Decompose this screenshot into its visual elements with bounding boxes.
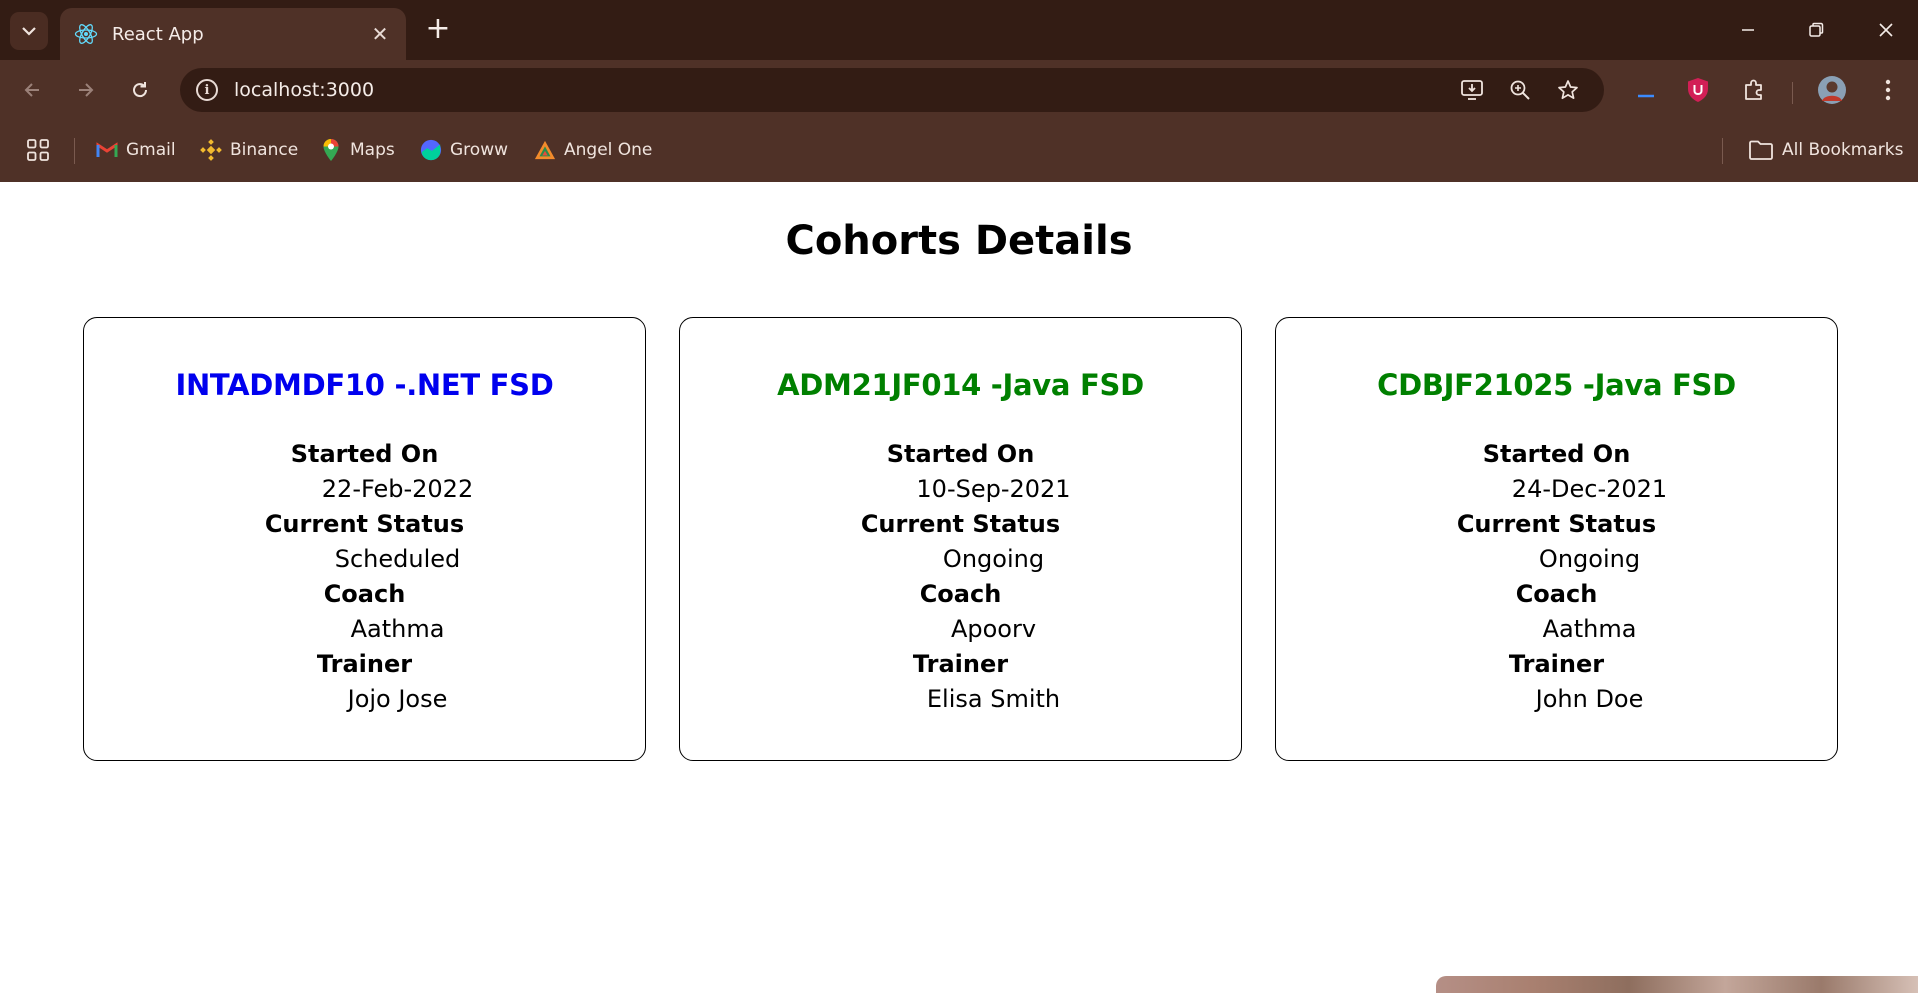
arrow-left-icon (24, 83, 39, 97)
restore-button[interactable] (1794, 12, 1838, 48)
extensions-button[interactable] (1738, 74, 1770, 106)
bookmark-label: Groww (450, 140, 508, 160)
site-info-icon[interactable]: i (196, 79, 218, 101)
coach-label: Coach (919, 580, 1002, 608)
trainer-label: Trainer (316, 650, 413, 678)
star-icon (1558, 80, 1578, 100)
new-tab-button[interactable]: + (424, 14, 452, 46)
arrow-right-icon (79, 83, 94, 97)
started-on-value: 24-Dec-2021 (1511, 475, 1668, 503)
page-title: Cohorts Details (785, 218, 1133, 264)
reload-icon (133, 82, 148, 98)
close-window-button[interactable] (1864, 12, 1908, 48)
zoom-button[interactable] (1506, 78, 1534, 102)
address-bar[interactable]: i localhost:3000 (180, 68, 1604, 112)
coach-value: Apoorv (950, 615, 1037, 643)
minimize-button[interactable] (1726, 12, 1770, 48)
current-status-value: Ongoing (1538, 545, 1641, 573)
started-on-label: Started On (886, 440, 1035, 468)
trainer-label: Trainer (912, 650, 1009, 678)
tab-close-icon[interactable]: ✕ (368, 22, 392, 46)
folder-icon (1748, 139, 1774, 161)
current-status-value: Ongoing (942, 545, 1045, 573)
ublock-extension-button[interactable] (1682, 74, 1714, 106)
current-status-label: Current Status (1456, 510, 1657, 538)
toolbar-divider (1792, 82, 1793, 104)
bookmarks-bar: Gmail Binance Maps Groww Angel One All B… (0, 120, 1918, 182)
bookmark-label: Binance (230, 140, 299, 160)
bookmark-label: Maps (350, 140, 395, 160)
extension-loading-button[interactable] (1630, 74, 1662, 106)
started-on-value: 10-Sep-2021 (916, 475, 1071, 503)
kebab-menu-icon (1885, 79, 1891, 101)
angel-one-icon (534, 139, 556, 161)
gmail-icon (96, 139, 118, 161)
restore-icon (1809, 22, 1824, 37)
groww-icon (420, 139, 442, 161)
started-on-label: Started On (1482, 440, 1631, 468)
react-logo-icon (74, 24, 98, 44)
trainer-value: Jojo Jose (347, 685, 448, 713)
forward-button[interactable] (68, 72, 104, 108)
minimize-icon (1742, 29, 1754, 31)
browser-menu-button[interactable] (1872, 74, 1904, 106)
page-content: Cohorts Details INTADMDF10 -.NET FSD Sta… (0, 182, 1918, 993)
chevron-down-icon (22, 27, 36, 36)
profile-avatar-button[interactable] (1816, 74, 1848, 106)
tab-react-app[interactable]: React App ✕ (60, 8, 406, 60)
started-on-value: 22-Feb-2022 (321, 475, 474, 503)
ublock-shield-icon (1688, 78, 1708, 102)
bookmark-binance[interactable]: Binance (200, 134, 298, 166)
cohort-title: INTADMDF10 -.NET FSD (175, 368, 554, 402)
cohort-card: ADM21JF014 -Java FSD Started On 10-Sep-2… (679, 317, 1242, 761)
all-bookmarks-button[interactable]: All Bookmarks (1748, 134, 1903, 166)
close-icon (1879, 23, 1893, 37)
bookmark-maps[interactable]: Maps (320, 134, 395, 166)
trainer-value: Elisa Smith (926, 685, 1061, 713)
cohort-card: CDBJF21025 -Java FSD Started On 24-Dec-2… (1275, 317, 1838, 761)
bookmark-gmail[interactable]: Gmail (96, 134, 176, 166)
reload-button[interactable] (122, 72, 158, 108)
maps-icon (320, 139, 342, 161)
bookmarks-divider (1722, 138, 1723, 164)
trainer-value: John Doe (1535, 685, 1644, 713)
all-bookmarks-label: All Bookmarks (1782, 140, 1904, 160)
apps-grid-icon (27, 139, 49, 161)
address-url[interactable]: localhost:3000 (234, 79, 1604, 101)
coach-label: Coach (1515, 580, 1598, 608)
zoom-in-icon (1510, 80, 1530, 100)
tab-search-button[interactable] (10, 12, 48, 50)
bookmark-angel-one[interactable]: Angel One (534, 134, 652, 166)
coach-label: Coach (323, 580, 406, 608)
bookmark-label: Gmail (126, 140, 176, 160)
current-status-value: Scheduled (334, 545, 461, 573)
coach-value: Aathma (350, 615, 445, 643)
apps-button[interactable] (26, 134, 50, 166)
floating-video-thumbnail[interactable] (1436, 976, 1918, 993)
bookmark-star-button[interactable] (1554, 78, 1582, 102)
loading-indicator-icon (1638, 94, 1654, 98)
tab-title: React App (112, 23, 204, 45)
bookmark-groww[interactable]: Groww (420, 134, 508, 166)
bookmarks-divider (74, 138, 75, 164)
avatar (1818, 76, 1846, 104)
trainer-label: Trainer (1508, 650, 1605, 678)
cohort-card: INTADMDF10 -.NET FSD Started On 22-Feb-2… (83, 317, 646, 761)
install-app-button[interactable] (1458, 78, 1486, 102)
coach-value: Aathma (1542, 615, 1637, 643)
cohort-title: CDBJF21025 -Java FSD (1377, 368, 1736, 402)
puzzle-piece-icon (1745, 79, 1762, 100)
cohort-title: ADM21JF014 -Java FSD (777, 368, 1144, 402)
install-icon (1461, 80, 1483, 100)
current-status-label: Current Status (860, 510, 1061, 538)
binance-icon (200, 139, 222, 161)
back-button[interactable] (14, 72, 50, 108)
bookmark-label: Angel One (564, 140, 653, 160)
current-status-label: Current Status (264, 510, 465, 538)
tab-strip: React App ✕ + (0, 0, 1918, 60)
started-on-label: Started On (290, 440, 439, 468)
